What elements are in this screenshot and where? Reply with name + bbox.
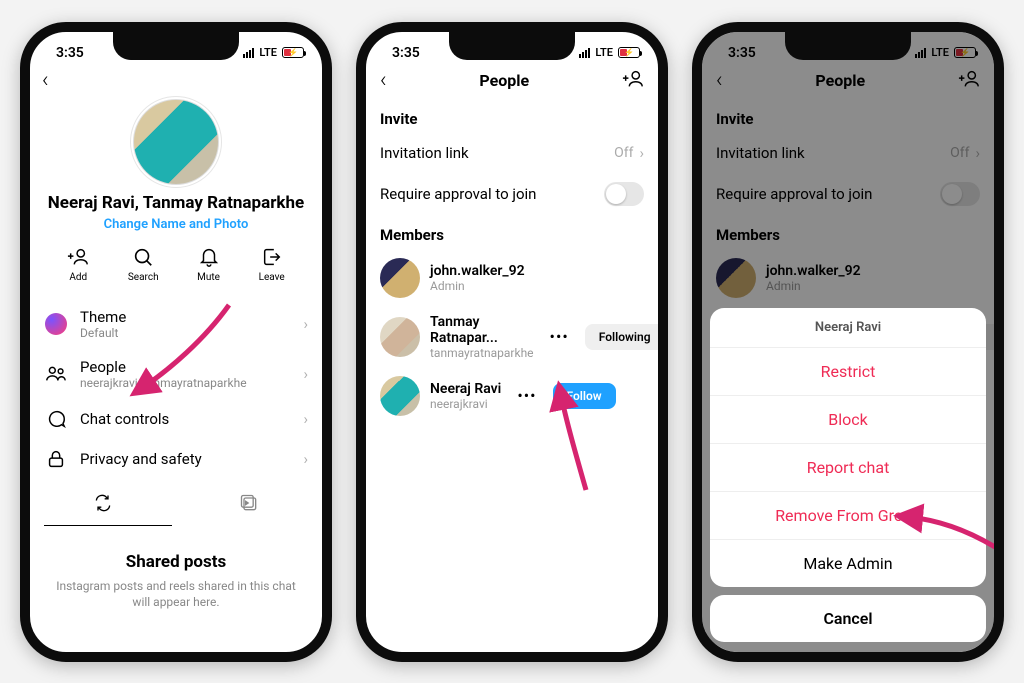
menu-people[interactable]: People neerajkravi, tanmayratnaparkhe › [44, 349, 308, 399]
status-right: LTE ⚡ [579, 46, 640, 59]
sheet-title: Neeraj Ravi [710, 308, 986, 347]
mute-label: Mute [197, 272, 220, 283]
add-person-button[interactable] [622, 68, 644, 94]
member-username: tanmayratnaparkhe [430, 346, 534, 360]
chevron-right-icon: › [303, 450, 308, 468]
lock-icon [45, 448, 67, 470]
search-button[interactable]: Search [128, 246, 159, 283]
avatar [380, 258, 420, 298]
add-user-icon [67, 246, 89, 268]
page-title: People [479, 71, 529, 90]
report-chat-button[interactable]: Report chat [710, 443, 986, 491]
avatar [380, 317, 420, 357]
leave-icon [261, 246, 283, 268]
invitation-link-row[interactable]: Invitation link Off › [366, 134, 658, 172]
make-admin-button[interactable]: Make Admin [710, 539, 986, 587]
shared-tabs [30, 485, 322, 525]
member-options-button[interactable]: ••• [511, 386, 542, 405]
back-button[interactable]: ‹ [42, 68, 49, 93]
signal-icon [243, 48, 254, 58]
action-row: Add Search Mute Leave [30, 246, 322, 299]
chevron-right-icon: › [303, 410, 308, 428]
notch [449, 32, 575, 60]
people-icon [45, 363, 67, 385]
network-label: LTE [259, 46, 277, 59]
chevron-right-icon: › [303, 365, 308, 383]
chat-icon [45, 408, 67, 430]
member-name: Neeraj Ravi [430, 381, 501, 397]
group-title: Neeraj Ravi, Tanmay Ratnaparkhe [30, 193, 322, 213]
leave-button[interactable]: Leave [259, 246, 285, 283]
theme-title: Theme [80, 308, 291, 326]
chevron-right-icon: › [639, 144, 644, 162]
members-heading: Members [366, 216, 658, 250]
member-row[interactable]: john.walker_92 Admin [366, 250, 658, 306]
member-username: neerajkravi [430, 397, 501, 411]
phone-3-action-sheet: 3:35 LTE ⚡ ‹ People Invite Invitation li… [692, 22, 1004, 662]
chevron-right-icon: › [303, 315, 308, 333]
add-button[interactable]: Add [67, 246, 89, 283]
invitation-link-value: Off [614, 145, 633, 161]
mute-button[interactable]: Mute [197, 246, 220, 283]
bell-icon [198, 246, 220, 268]
phone-2-people: 3:35 LTE ⚡ ‹ People Invite Invitation li… [356, 22, 668, 662]
cancel-button[interactable]: Cancel [710, 595, 986, 642]
theme-sub: Default [80, 326, 291, 340]
member-role: Admin [430, 279, 525, 293]
reshare-icon [93, 493, 113, 513]
member-options-button[interactable]: ••• [544, 327, 575, 346]
member-name: john.walker_92 [430, 263, 525, 279]
follow-button[interactable]: Follow [553, 383, 616, 409]
notch [785, 32, 911, 60]
change-name-photo-link[interactable]: Change Name and Photo [30, 217, 322, 232]
menu-chat-controls[interactable]: Chat controls › [44, 399, 308, 439]
require-approval-label: Require approval to join [380, 185, 604, 203]
tab-reshare[interactable] [30, 485, 176, 525]
menu-theme[interactable]: Theme Default › [44, 299, 308, 349]
leave-label: Leave [259, 272, 285, 283]
search-icon [132, 246, 154, 268]
battery-icon: ⚡ [618, 47, 640, 58]
battery-icon: ⚡ [282, 47, 304, 58]
people-sub: neerajkravi, tanmayratnaparkhe [80, 376, 291, 390]
action-sheet: Neeraj Ravi Restrict Block Report chat R… [710, 308, 986, 642]
network-label: LTE [595, 46, 613, 59]
avatar [380, 376, 420, 416]
back-button[interactable]: ‹ [380, 68, 387, 93]
media-icon [239, 493, 259, 513]
status-time: 3:35 [392, 45, 420, 61]
invite-heading: Invite [366, 100, 658, 134]
member-name: Tanmay Ratnapar... [430, 314, 534, 346]
block-button[interactable]: Block [710, 395, 986, 443]
search-label: Search [128, 272, 159, 283]
remove-from-group-button[interactable]: Remove From Group [710, 491, 986, 539]
member-row[interactable]: Neeraj Ravi neerajkravi ••• Follow [366, 368, 658, 424]
approval-toggle[interactable] [604, 182, 644, 206]
tab-media[interactable] [176, 485, 322, 525]
status-time: 3:35 [56, 45, 84, 61]
following-button[interactable]: Following [585, 324, 658, 350]
privacy-title: Privacy and safety [80, 450, 291, 468]
chat-controls-title: Chat controls [80, 410, 291, 428]
people-title: People [80, 358, 291, 376]
signal-icon [579, 48, 590, 58]
phone-1-chat-details: 3:35 LTE ⚡ ‹ Neeraj Ravi, Tanmay Ratnapa… [20, 22, 332, 662]
shared-posts-title: Shared posts [56, 552, 296, 572]
shared-posts-sub: Instagram posts and reels shared in this… [56, 578, 296, 610]
group-avatar[interactable] [133, 99, 219, 185]
theme-icon [45, 313, 67, 335]
menu-privacy[interactable]: Privacy and safety › [44, 439, 308, 479]
status-right: LTE ⚡ [243, 46, 304, 59]
invitation-link-label: Invitation link [380, 144, 614, 162]
add-label: Add [69, 272, 87, 283]
member-row[interactable]: Tanmay Ratnapar... tanmayratnaparkhe •••… [366, 306, 658, 368]
require-approval-row: Require approval to join [366, 172, 658, 216]
restrict-button[interactable]: Restrict [710, 347, 986, 395]
notch [113, 32, 239, 60]
add-user-icon [622, 68, 644, 90]
